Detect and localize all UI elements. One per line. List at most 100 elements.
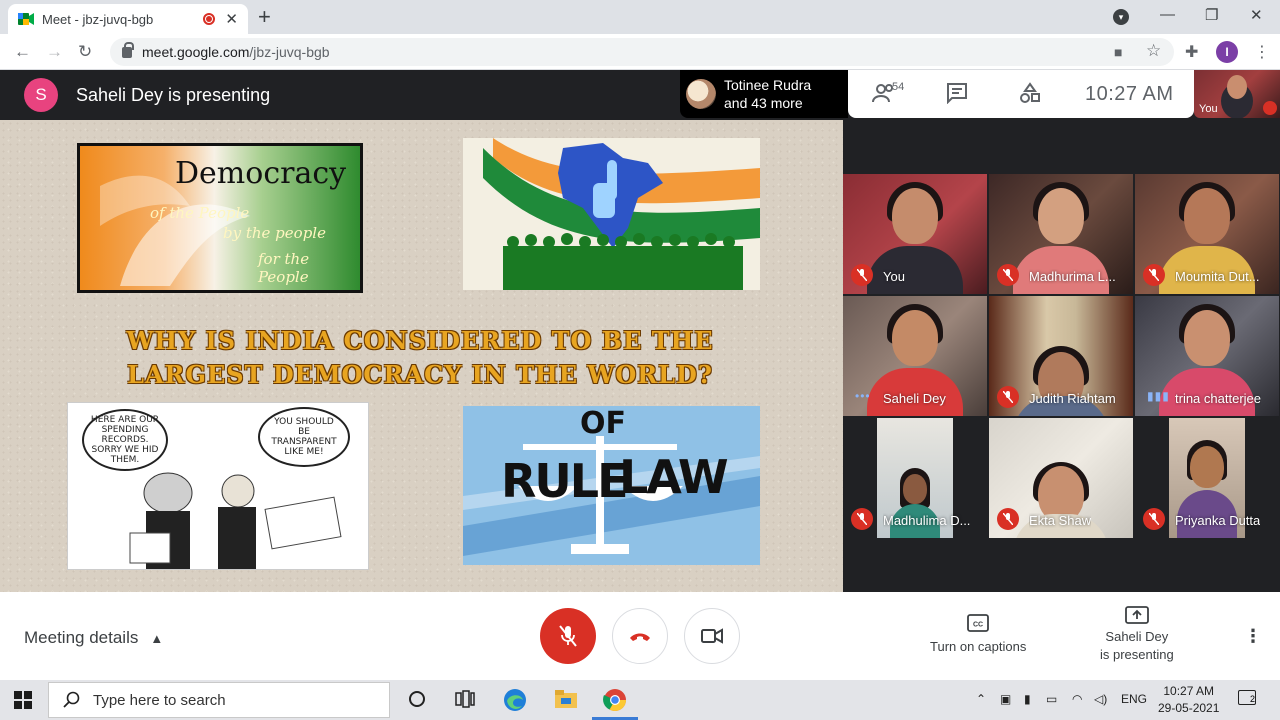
democracy-image: Democracy of the People by the people fo… [77,143,363,293]
search-icon [63,691,80,708]
self-view-thumbnail[interactable]: You [1194,70,1280,118]
extensions-icon[interactable]: ✚ [1185,42,1198,62]
rule-of-law-image: OF RULE LAW [463,406,760,565]
taskbar-clock[interactable]: 10:27 AM 29-05-2021 [1158,683,1219,717]
browser-menu-icon[interactable]: ⋮ [1254,42,1270,62]
presenting-line1: Saheli Dey [1105,629,1169,644]
activities-icon[interactable] [1019,82,1041,104]
mic-off-icon [1263,101,1277,115]
tray-overflow-icon[interactable]: ⌃ [976,692,986,706]
lock-icon [122,41,134,58]
battery-icon[interactable]: ▭ [1046,692,1057,706]
recording-icon [203,13,216,25]
notification-center-icon[interactable]: 2 [1238,690,1256,705]
task-view-icon[interactable] [455,690,475,713]
back-icon[interactable]: ← [14,42,31,62]
speaking-indicator-icon: ▮▮▮ [1147,389,1170,403]
forward-icon[interactable]: → [46,42,63,62]
file-explorer-icon[interactable] [554,688,578,715]
self-label: You [1199,103,1218,115]
mic-off-icon [851,264,873,286]
language-indicator[interactable]: ENG [1121,692,1147,706]
law-word-of: OF [580,406,626,441]
participant-tile[interactable]: ••• Saheli Dey [843,296,987,416]
participant-grid: You Madhurima L... Moumita Dut... ••• Sa… [843,118,1280,592]
leave-call-button[interactable] [612,608,668,664]
tray-mic-icon[interactable]: ▮ [1024,692,1031,706]
camera-toggle-button[interactable] [684,608,740,664]
attendee-summary[interactable]: Totinee Rudra and 43 more [680,70,848,118]
cortana-icon[interactable] [408,690,426,713]
tab-search-icon[interactable]: ▾ [1113,9,1129,25]
meeting-clock: 10:27 AM [1085,83,1174,105]
browser-tab-bar: Meet - jbz-juvq-bgb ✕ + ▾ — ❐ ✕ [0,0,1280,34]
meeting-details-button[interactable]: Meeting details ▲ [24,628,163,648]
video-camera-icon [701,628,723,644]
taskbar-search-input[interactable]: Type here to search [48,682,390,718]
volume-icon[interactable]: ◁) [1094,692,1107,706]
hang-up-icon [630,633,650,641]
camera-indicator-icon[interactable]: ■ [1114,44,1122,60]
browser-tab[interactable]: Meet - jbz-juvq-bgb ✕ [8,4,248,34]
chat-icon[interactable] [946,82,968,104]
new-tab-icon[interactable]: + [258,4,271,30]
captions-label: Turn on captions [930,639,1027,654]
mic-off-icon [997,508,1019,530]
participant-tile[interactable]: Ekta Shaw [989,418,1133,538]
mic-off-icon [997,386,1019,408]
law-word-law: LAW [619,450,729,504]
participant-tile[interactable]: Madhulima D... [843,418,987,538]
mic-off-icon [559,625,577,647]
presenting-line2: is presenting [1100,647,1174,662]
captions-button[interactable]: CC Turn on captions [930,614,1026,656]
reload-icon[interactable]: ↻ [78,42,92,62]
democracy-title: Democracy [175,156,347,191]
participant-tile[interactable]: You [843,174,987,294]
participant-tile[interactable]: Madhurima L... [989,174,1133,294]
edge-browser-icon[interactable] [502,687,528,718]
mic-toggle-button[interactable] [540,608,596,664]
participant-name: You [883,269,905,284]
restore-icon[interactable]: ❐ [1205,6,1218,24]
address-bar-row: ← → ↻ meet.google.com/jbz-juvq-bgb [0,34,1280,70]
profile-avatar[interactable]: I [1216,41,1238,63]
participant-name: trina chatterjee [1175,391,1261,406]
wifi-icon[interactable]: ◠ [1072,692,1082,706]
window-close-icon[interactable]: ✕ [1250,6,1263,24]
mic-off-icon [997,264,1019,286]
taskbar-time: 10:27 AM [1163,684,1215,698]
attendee-more: and 43 more [724,95,803,111]
india-map-image [463,138,760,290]
chrome-browser-icon[interactable] [602,687,628,718]
attendee-name: Totinee Rudra [724,77,812,93]
participant-tile[interactable]: Priyanka Dutta [1135,418,1279,538]
tray-device-icon[interactable]: ▣ [1000,692,1011,706]
participant-name: Moumita Dut... [1175,269,1260,284]
participant-tile[interactable]: Judith Riahtam [989,296,1133,416]
bookmark-star-icon[interactable]: ☆ [1146,41,1161,61]
more-options-icon[interactable]: ⋮ [1244,626,1262,647]
participant-tile[interactable]: ▮▮▮ trina chatterjee [1135,296,1279,416]
present-screen-icon [1124,606,1149,624]
windows-start-icon[interactable] [14,691,32,709]
participant-name: Madhurima L... [1029,269,1116,284]
presenting-label: Saheli Dey is presenting [76,84,271,105]
mic-off-icon [851,508,873,530]
tab-close-icon[interactable]: ✕ [225,10,238,28]
participant-name: Saheli Dey [883,391,946,406]
attendee-avatar [686,79,716,109]
participant-name: Ekta Shaw [1029,513,1092,528]
democracy-line1: of the People [150,204,250,222]
presentation-status-button[interactable]: Saheli Dey is presenting [1100,606,1174,664]
windows-taskbar: Type here to search ⌃ ▣ ▮ ▭ ◠ ◁) ENG 10:… [0,680,1280,720]
slide-headline: WHY IS INDIA CONSIDERED TO BE THE LARGES… [126,326,714,389]
presenter-avatar: S [24,78,58,112]
minimize-icon[interactable]: — [1160,6,1175,23]
participant-tile[interactable]: Moumita Dut... [1135,174,1279,294]
url-host: meet.google.com [142,44,250,60]
url-input[interactable]: meet.google.com/jbz-juvq-bgb [110,38,1174,66]
taskbar-search-placeholder: Type here to search [93,691,226,709]
svg-text:CC: CC [973,622,983,629]
presentation-slide: Democracy of the People by the people fo… [0,120,843,592]
participant-count: 54 [892,81,905,93]
